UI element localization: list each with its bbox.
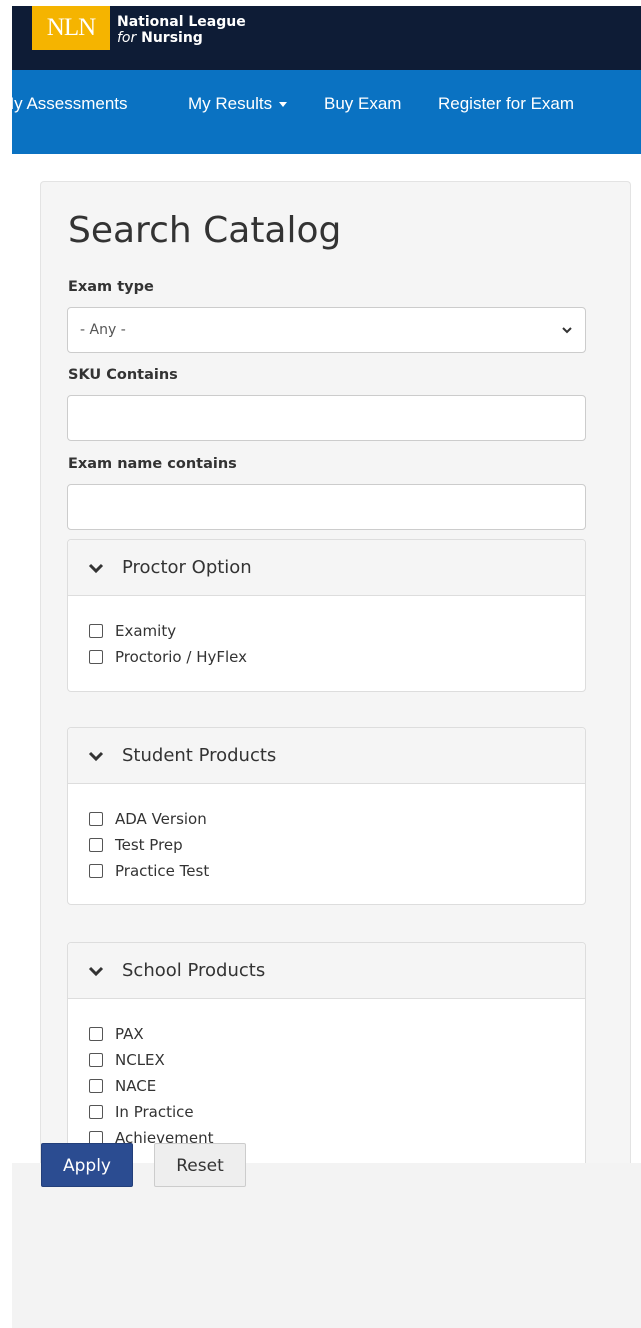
- checkbox-icon[interactable]: [89, 1105, 103, 1119]
- nav-my-assessments-label: My Assessments: [0, 94, 128, 113]
- checkbox-label: Practice Test: [115, 862, 210, 880]
- exam-name-input[interactable]: [67, 484, 586, 530]
- page-title: Search Catalog: [68, 210, 342, 251]
- checkbox-label: NCLEX: [115, 1051, 165, 1069]
- nav-register-for-exam[interactable]: Register for Exam: [438, 94, 574, 114]
- exam-type-label: Exam type: [68, 279, 154, 295]
- checkbox-examity[interactable]: Examity: [89, 618, 585, 644]
- brand-name-nursing: Nursing: [141, 30, 203, 46]
- checkbox-label: PAX: [115, 1025, 144, 1043]
- checkbox-icon[interactable]: [89, 1053, 103, 1067]
- checkbox-label: Test Prep: [115, 836, 183, 854]
- chevron-down-icon: [562, 327, 572, 334]
- caret-down-icon: [279, 102, 288, 108]
- checkbox-icon[interactable]: [89, 864, 103, 878]
- chevron-down-icon: [88, 966, 104, 976]
- apply-button[interactable]: Apply: [41, 1143, 133, 1187]
- checkbox-practice-test[interactable]: Practice Test: [89, 858, 585, 884]
- checkbox-label: Proctorio / HyFlex: [115, 648, 247, 666]
- site-header: NLN National League for Nursing: [12, 6, 641, 70]
- student-products-header[interactable]: Student Products: [68, 728, 585, 784]
- nav-my-results-label: My Results: [188, 94, 273, 113]
- checkbox-proctorio-hyflex[interactable]: Proctorio / HyFlex: [89, 644, 585, 670]
- exam-name-label: Exam name contains: [68, 456, 237, 472]
- checkbox-in-practice[interactable]: In Practice: [89, 1099, 585, 1125]
- search-catalog-card: Search Catalog Exam type - Any - SKU Con…: [40, 181, 631, 1172]
- checkbox-pax[interactable]: PAX: [89, 1021, 585, 1047]
- brand-name-line1: National League: [117, 14, 246, 30]
- sku-contains-input[interactable]: [67, 395, 586, 441]
- checkbox-icon[interactable]: [89, 1027, 103, 1041]
- proctor-option-panel: Proctor Option Examity Proctorio / HyFle…: [67, 539, 586, 692]
- checkbox-icon[interactable]: [89, 838, 103, 852]
- student-products-panel: Student Products ADA Version Test Prep P…: [67, 727, 586, 905]
- checkbox-label: Examity: [115, 622, 177, 640]
- student-products-title: Student Products: [122, 745, 277, 766]
- school-products-header[interactable]: School Products: [68, 943, 585, 999]
- nav-my-assessments[interactable]: My Assessments: [0, 94, 128, 114]
- checkbox-label: NACE: [115, 1077, 157, 1095]
- checkbox-icon[interactable]: [89, 812, 103, 826]
- checkbox-label: ADA Version: [115, 810, 207, 828]
- nln-logo[interactable]: NLN: [32, 6, 110, 50]
- proctor-option-title: Proctor Option: [122, 557, 252, 578]
- exam-type-value: - Any -: [80, 322, 126, 338]
- sku-contains-label: SKU Contains: [68, 367, 178, 383]
- checkbox-icon[interactable]: [89, 1079, 103, 1093]
- checkbox-test-prep[interactable]: Test Prep: [89, 832, 585, 858]
- brand-name: National League for Nursing: [117, 14, 246, 46]
- checkbox-icon[interactable]: [89, 650, 103, 664]
- checkbox-label: In Practice: [115, 1103, 194, 1121]
- chevron-down-icon: [88, 751, 104, 761]
- reset-button[interactable]: Reset: [154, 1143, 246, 1187]
- exam-type-select[interactable]: - Any -: [67, 307, 586, 353]
- proctor-option-header[interactable]: Proctor Option: [68, 540, 585, 596]
- nav-buy-exam-label: Buy Exam: [324, 94, 402, 113]
- proctor-option-list: Examity Proctorio / HyFlex: [68, 596, 585, 670]
- checkbox-nace[interactable]: NACE: [89, 1073, 585, 1099]
- checkbox-ada-version[interactable]: ADA Version: [89, 806, 585, 832]
- checkbox-nclex[interactable]: NCLEX: [89, 1047, 585, 1073]
- chevron-down-icon: [88, 563, 104, 573]
- student-products-list: ADA Version Test Prep Practice Test: [68, 784, 585, 884]
- school-products-title: School Products: [122, 960, 266, 981]
- brand-name-for: for: [117, 30, 137, 46]
- main-nav: My Assessments My Results Buy Exam Regis…: [0, 70, 641, 154]
- nav-register-label: Register for Exam: [438, 94, 575, 113]
- brand-name-line2: for Nursing: [117, 30, 246, 46]
- school-products-panel: School Products PAX NCLEX NACE In Practi…: [67, 942, 586, 1172]
- nav-my-results[interactable]: My Results: [188, 94, 288, 114]
- school-products-list: PAX NCLEX NACE In Practice Achievement: [68, 999, 585, 1151]
- nav-buy-exam[interactable]: Buy Exam: [324, 94, 401, 114]
- checkbox-icon[interactable]: [89, 624, 103, 638]
